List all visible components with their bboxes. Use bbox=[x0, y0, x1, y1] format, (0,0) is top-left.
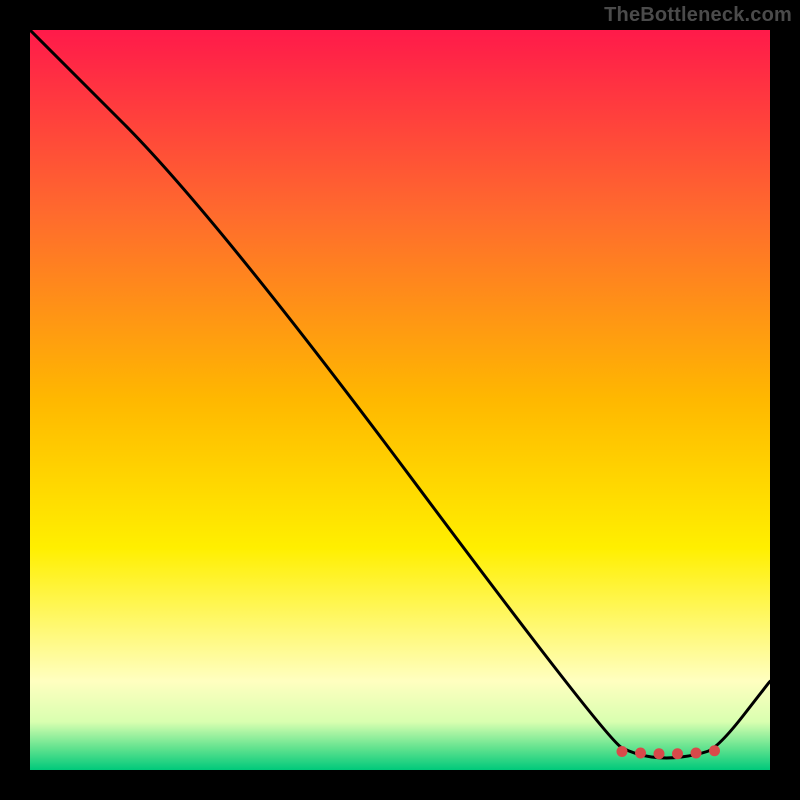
optimum-marker bbox=[635, 747, 646, 758]
plot-area bbox=[30, 30, 770, 770]
optimum-marker bbox=[691, 747, 702, 758]
optimum-marker bbox=[617, 746, 628, 757]
optimum-marker bbox=[709, 745, 720, 756]
optimum-marker bbox=[672, 748, 683, 759]
attribution-label: TheBottleneck.com bbox=[604, 4, 792, 27]
optimum-marker bbox=[654, 748, 665, 759]
chart-frame: TheBottleneck.com bbox=[0, 0, 800, 800]
chart-svg bbox=[30, 30, 770, 770]
